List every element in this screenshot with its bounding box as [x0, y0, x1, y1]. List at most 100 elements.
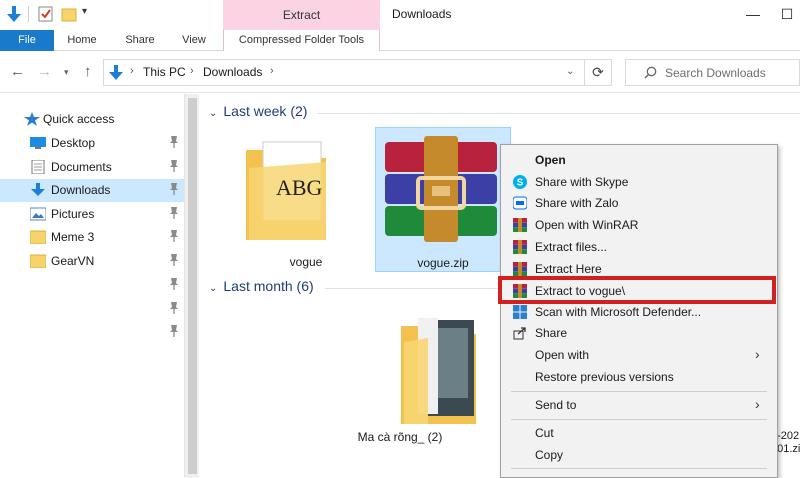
menu-item-scan-with-defender[interactable]: Scan with Microsoft Defender...	[501, 302, 777, 323]
svg-text:S: S	[517, 178, 524, 189]
breadcrumb-chevron-icon[interactable]: ›	[130, 65, 134, 77]
menu-item-open[interactable]: Open	[501, 150, 777, 171]
window-title: Downloads	[392, 7, 452, 21]
group-header-last-week[interactable]: ⌄ Last week (2)	[209, 103, 307, 119]
menu-item-restore-previous-versions[interactable]: Restore previous versions	[501, 367, 777, 388]
tab-compressed-folder-tools[interactable]: Compressed Folder Tools	[223, 30, 380, 51]
menu-item-label: Open with WinRAR	[535, 218, 639, 232]
winrar-icon	[513, 240, 527, 254]
menu-item-cut[interactable]: Cut	[501, 423, 777, 444]
folder-icon	[30, 254, 46, 268]
desktop-icon	[30, 137, 46, 149]
pin-icon[interactable]	[167, 206, 181, 220]
recent-locations-chevron-icon[interactable]: ▾	[64, 67, 69, 78]
breadcrumb-downloads[interactable]: Downloads	[203, 65, 262, 79]
scrollbar-thumb[interactable]	[188, 98, 197, 474]
documents-icon	[31, 160, 45, 174]
file-item-vogue-zip[interactable]: vogue.zip	[375, 127, 511, 272]
sidebar-item-meme-3[interactable]: Meme 3	[0, 226, 184, 249]
address-bar[interactable]: › This PC › Downloads › ⌄	[103, 59, 585, 86]
forward-arrow-icon[interactable]: →	[37, 63, 52, 80]
maximize-button[interactable]: ☐	[772, 4, 800, 24]
breadcrumb-chevron-icon[interactable]: ›	[190, 65, 194, 77]
search-placeholder: Search Downloads	[665, 66, 766, 80]
file-name: vogue.zip	[417, 256, 469, 270]
folder-icon	[30, 230, 46, 244]
downloads-icon	[31, 183, 45, 196]
search-input[interactable]: Search Downloads	[625, 59, 800, 86]
pin-icon[interactable]	[167, 277, 181, 291]
sidebar-item-label: GearVN	[51, 254, 95, 268]
menu-item-label: Open	[535, 153, 566, 167]
customize-toolbar-icon[interactable]: ▾	[82, 6, 87, 17]
sidebar-item-label: Downloads	[51, 183, 111, 197]
properties-icon[interactable]	[38, 5, 54, 23]
tab-share[interactable]: Share	[116, 30, 164, 51]
sidebar-item-desktop[interactable]: Desktop	[0, 132, 184, 155]
pin-icon[interactable]	[167, 159, 181, 173]
group-header-label: Last week (2)	[223, 103, 308, 119]
sidebar-item-pictures[interactable]: Pictures	[0, 203, 184, 226]
file-thumbnail-text: ABG	[276, 175, 323, 200]
ribbon-tabs: File Home Share View Compressed Folder T…	[0, 30, 800, 51]
menu-item-label: Restore previous versions	[535, 370, 674, 384]
star-icon	[24, 112, 40, 126]
download-arrow-icon[interactable]	[6, 5, 22, 23]
pin-icon[interactable]	[167, 301, 181, 315]
breadcrumb-chevron-icon[interactable]: ›	[270, 65, 274, 77]
menu-item-label: Open with	[535, 348, 590, 362]
back-arrow-icon[interactable]: ←	[10, 63, 25, 80]
pin-icon[interactable]	[167, 324, 181, 338]
menu-item-share[interactable]: Share	[501, 323, 777, 344]
pin-icon[interactable]	[167, 182, 181, 196]
menu-separator	[511, 419, 767, 420]
group-divider	[325, 288, 500, 289]
skype-icon: S	[513, 175, 527, 189]
tab-home[interactable]: Home	[58, 30, 106, 51]
menu-item-share-with-zalo[interactable]: Share with Zalo	[501, 193, 777, 214]
submenu-arrow-icon: ›	[755, 396, 760, 412]
folder-with-image-icon	[401, 318, 476, 424]
context-tab-group: Extract	[223, 0, 380, 30]
pin-icon[interactable]	[167, 135, 181, 149]
group-header-last-month[interactable]: ⌄ Last month (6)	[209, 278, 314, 294]
new-folder-icon[interactable]	[61, 5, 77, 23]
menu-item-label: Cut	[535, 426, 554, 440]
menu-item-label: Scan with Microsoft Defender...	[535, 305, 702, 319]
menu-item-open-with[interactable]: Open with ›	[501, 345, 777, 366]
menu-item-copy[interactable]: Copy	[501, 445, 777, 466]
group-header-label: Last month (6)	[223, 278, 314, 294]
file-item-ma-ca-rong[interactable]: Ma cà rõng_ (2)	[358, 304, 510, 449]
navigation-pane: Quick access Desktop Documents Downloads…	[0, 94, 184, 478]
address-history-dropdown-icon[interactable]: ⌄	[566, 66, 574, 77]
file-item-vogue[interactable]: ABG vogue	[238, 128, 374, 273]
refresh-button[interactable]: ⟳	[585, 59, 612, 86]
sidebar-item-documents[interactable]: Documents	[0, 156, 184, 179]
menu-item-send-to[interactable]: Send to ›	[501, 395, 777, 416]
sidebar-item-quick-access[interactable]: Quick access	[0, 108, 184, 131]
pin-icon[interactable]	[167, 253, 181, 267]
menu-item-label: Share with Skype	[535, 175, 629, 189]
navigation-pane-scrollbar[interactable]	[184, 94, 199, 478]
menu-item-share-with-skype[interactable]: S Share with Skype	[501, 172, 777, 193]
menu-item-extract-files[interactable]: Extract files...	[501, 237, 777, 258]
collapse-chevron-icon[interactable]: ⌄	[209, 108, 217, 119]
annotation-highlight-box	[498, 276, 776, 304]
pin-icon[interactable]	[167, 229, 181, 243]
menu-item-open-with-winrar[interactable]: Open with WinRAR	[501, 215, 777, 236]
tab-file[interactable]: File	[0, 30, 54, 51]
sidebar-item-gearvn[interactable]: GearVN	[0, 250, 184, 273]
context-tab-group-label: Extract	[282, 8, 321, 22]
breadcrumb-this-pc[interactable]: This PC	[143, 65, 186, 79]
minimize-button[interactable]: —	[738, 4, 768, 24]
menu-item-label: Extract Here	[535, 262, 602, 276]
sidebar-item-downloads[interactable]: Downloads	[0, 179, 184, 202]
refresh-icon: ⟳	[592, 64, 604, 80]
pictures-icon	[30, 207, 46, 221]
winrar-icon	[513, 262, 527, 276]
context-menu: Open S Share with Skype Share with Zalo …	[500, 144, 778, 478]
sidebar-item-label: Documents	[51, 160, 112, 174]
tab-view[interactable]: View	[170, 30, 218, 51]
up-arrow-icon[interactable]: ↑	[84, 63, 92, 80]
collapse-chevron-icon[interactable]: ⌄	[209, 283, 217, 294]
